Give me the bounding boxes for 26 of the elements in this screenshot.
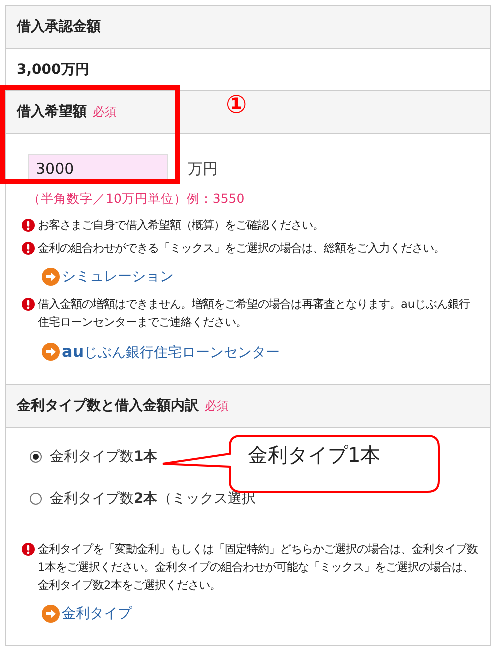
arrow-right-icon (42, 268, 60, 286)
warning-icon (22, 242, 35, 255)
section-title: 借入希望額 (17, 103, 87, 121)
note-text: お客さまご自身で借入希望額（概算）をご確認ください。 (38, 218, 324, 234)
radio-option[interactable]: 金利タイプ数1本 (30, 444, 158, 470)
warning-icon (22, 298, 35, 311)
link[interactable]: 金利タイプ (42, 605, 132, 623)
unit-label: 万円 (188, 160, 218, 178)
input-hint: （半角数字／10万円単位）例：3550 (28, 191, 245, 208)
note-text: 借入金額の増額はできません。増額をご希望の場合は再審査となります。auじぶん銀行住宅ローンセンターまでご連絡ください。 (38, 297, 472, 331)
approved-amount: 3,000万円 (16, 60, 90, 80)
link[interactable]: シミュレーション (42, 268, 174, 286)
note-text: 金利の組合わせができる「ミックス」をご選択の場合は、総額をご入力ください。 (38, 241, 445, 257)
step-number: ① (226, 90, 248, 120)
warning-icon (22, 219, 35, 232)
section-title: 借入承認金額 (17, 18, 101, 36)
required-label: 必須 (93, 104, 117, 120)
required-label: 必須 (205, 398, 229, 414)
radio-button[interactable] (30, 451, 42, 463)
section-title: 金利タイプ数と借入金額内訳 (17, 397, 199, 415)
note-text: 金利タイプを「変動金利」もしくは「固定特約」どちらかご選択の場合は、金利タイプ数1本をご選択ください。金利タイプの組合わせが可能な「ミックス」をご選択の場合は、金利タイプ数2本をご選択ください。 (38, 542, 478, 594)
arrow-right-icon (42, 605, 60, 623)
callout-text: 金利タイプ1本 (248, 442, 381, 469)
radio-button[interactable] (30, 493, 42, 505)
arrow-right-icon (42, 343, 60, 361)
warning-icon (22, 543, 35, 556)
